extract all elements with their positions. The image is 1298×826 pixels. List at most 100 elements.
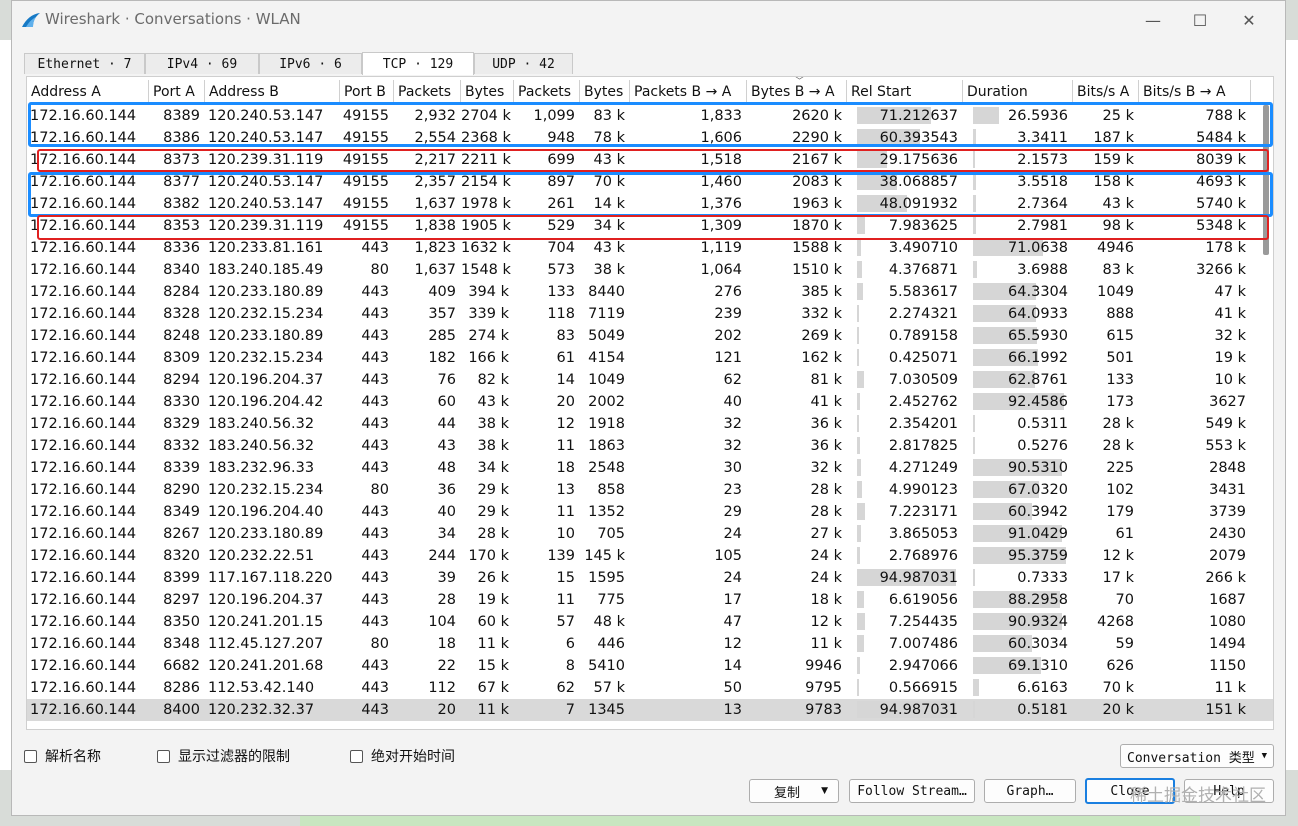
column-header[interactable]: Bits/s B → A: [1139, 80, 1251, 102]
maximize-button[interactable]: ☐: [1177, 7, 1223, 33]
table-row[interactable]: 172.16.60.144 8284 120.233.180.89 443 409 394…: [27, 281, 1273, 303]
table-cell: 3.5518: [1017, 174, 1068, 190]
table-cell: 172.16.60.144: [30, 416, 137, 432]
table-cell: 225: [1106, 460, 1134, 476]
table-row[interactable]: 172.16.60.144 8286 112.53.42.140 443 112 67 k…: [27, 677, 1273, 699]
table-cell: 3.865053: [888, 526, 958, 542]
table-cell: 179: [1106, 504, 1134, 520]
table-cell: 44: [437, 416, 456, 432]
column-header[interactable]: Address A: [27, 80, 149, 102]
table-cell: 3431: [1209, 482, 1246, 498]
table-cell: 704: [547, 240, 575, 256]
table-cell: 788 k: [1205, 108, 1246, 124]
table-row[interactable]: 172.16.60.144 8340 183.240.185.49 80 1,637 15…: [27, 259, 1273, 281]
table-cell: 120.241.201.15: [208, 614, 324, 630]
column-header[interactable]: Bytes: [580, 80, 630, 102]
column-header[interactable]: Packets: [394, 80, 461, 102]
table-row[interactable]: 172.16.60.144 8348 112.45.127.207 80 18 11 k 6…: [27, 633, 1273, 655]
table-row[interactable]: 172.16.60.144 6682 120.241.201.68 443 22 15 k…: [27, 655, 1273, 677]
table-row[interactable]: 172.16.60.144 8330 120.196.204.42 443 60 43 k…: [27, 391, 1273, 413]
table-cell: 1,606: [700, 130, 742, 146]
graph-button[interactable]: Graph…: [984, 779, 1076, 803]
table-row[interactable]: 172.16.60.144 8290 120.232.15.234 80 36 29 k 1…: [27, 479, 1273, 501]
table-row[interactable]: 172.16.60.144 8349 120.196.204.40 443 40 29 k…: [27, 501, 1273, 523]
table-row[interactable]: 172.16.60.144 8382 120.240.53.147 49155 1,63…: [27, 193, 1273, 215]
column-header[interactable]: Packets B → A: [630, 80, 747, 102]
table-cell: 91.0429: [1008, 526, 1068, 542]
tab-tcp[interactable]: TCP · 129: [362, 52, 474, 75]
table-cell: 172.16.60.144: [30, 218, 137, 234]
table-cell: 11: [556, 504, 575, 520]
table-row[interactable]: 172.16.60.144 8294 120.196.204.37 443 76 82 k…: [27, 369, 1273, 391]
table-cell: 76: [437, 372, 456, 388]
column-header[interactable]: Packets: [514, 80, 580, 102]
table-row[interactable]: 172.16.60.144 8377 120.240.53.147 49155 2,35…: [27, 171, 1273, 193]
limit-to-filter-checkbox[interactable]: 显示过滤器的限制: [157, 747, 290, 765]
table-cell: 443: [361, 240, 389, 256]
close-window-button[interactable]: ✕: [1226, 7, 1272, 33]
table-cell: 173: [1106, 394, 1134, 410]
tab-udp[interactable]: UDP · 42: [474, 53, 573, 74]
follow-stream-button[interactable]: Follow Stream…: [849, 779, 975, 803]
table-cell: 13: [723, 702, 742, 718]
checkbox-box[interactable]: [350, 749, 363, 763]
table-cell: 49155: [342, 152, 389, 168]
table-row[interactable]: 172.16.60.144 8320 120.232.22.51 443 244 170 …: [27, 545, 1273, 567]
table-row[interactable]: 172.16.60.144 8248 120.233.180.89 443 285 274…: [27, 325, 1273, 347]
minimize-button[interactable]: —: [1130, 7, 1176, 33]
column-header[interactable]: Address B: [205, 80, 340, 102]
table-cell: 34 k: [593, 218, 625, 234]
conversation-type-dropdown[interactable]: Conversation 类型 ▼: [1120, 744, 1274, 768]
table-row[interactable]: 172.16.60.144 8332 183.240.56.32 443 43 38 k 1…: [27, 435, 1273, 457]
table-cell: 39: [437, 570, 456, 586]
table-row[interactable]: 172.16.60.144 8267 120.233.180.89 443 34 28 k…: [27, 523, 1273, 545]
table-row[interactable]: 172.16.60.144 8328 120.232.15.234 443 357 339…: [27, 303, 1273, 325]
column-header[interactable]: Port B: [340, 80, 394, 102]
table-row[interactable]: 172.16.60.144 8329 183.240.56.32 443 44 38 k 1…: [27, 413, 1273, 435]
table-row[interactable]: 172.16.60.144 8309 120.232.15.234 443 182 166…: [27, 347, 1273, 369]
table-cell: 0.5181: [1017, 702, 1068, 718]
tab-ethernet[interactable]: Ethernet · 7: [24, 53, 145, 74]
column-header[interactable]: Duration: [963, 80, 1073, 102]
copy-button[interactable]: 复制 ▼: [749, 779, 839, 803]
tab-ipv6[interactable]: IPv6 · 6: [259, 53, 362, 74]
table-cell: 9946: [805, 658, 842, 674]
conversations-table[interactable]: Address A Port A Address B Port B Packets Byt…: [26, 76, 1274, 730]
checkbox-box[interactable]: [157, 749, 170, 763]
table-row[interactable]: 172.16.60.144 8399 117.167.118.220 443 39 26 …: [27, 567, 1273, 589]
table-cell: 80: [370, 482, 389, 498]
column-header[interactable]: Rel Start: [847, 80, 963, 102]
checkbox-box[interactable]: [24, 749, 37, 763]
table-row[interactable]: 172.16.60.144 8339 183.232.96.33 443 48 34 k 1…: [27, 457, 1273, 479]
table-row[interactable]: 172.16.60.144 8350 120.241.201.15 443 104 60 …: [27, 611, 1273, 633]
table-cell: 11 k: [810, 636, 842, 652]
column-header[interactable]: Bytes: [461, 80, 514, 102]
table-cell: 25 k: [1102, 108, 1134, 124]
table-header: Address A Port A Address B Port B Packets Byt…: [27, 80, 1273, 102]
table-cell: 443: [361, 570, 389, 586]
vertical-scrollbar[interactable]: [1263, 105, 1269, 255]
table-row[interactable]: 172.16.60.144 8353 120.239.31.119 49155 1,83…: [27, 215, 1273, 237]
conversations-window: Wireshark · Conversations · WLAN — ☐ ✕ E…: [11, 0, 1286, 816]
table-cell: 0.789158: [888, 328, 958, 344]
table-cell: 105: [714, 548, 742, 564]
table-row[interactable]: 172.16.60.144 8389 120.240.53.147 49155 2,93…: [27, 105, 1273, 127]
table-row[interactable]: 172.16.60.144 8373 120.239.31.119 49155 2,21…: [27, 149, 1273, 171]
table-cell: 120.233.180.89: [208, 284, 324, 300]
table-cell: 4.376871: [888, 262, 958, 278]
absolute-start-time-checkbox[interactable]: 绝对开始时间: [350, 747, 455, 765]
tab-ipv4[interactable]: IPv4 · 69: [145, 53, 259, 74]
table-cell: 81 k: [810, 372, 842, 388]
table-row[interactable]: 172.16.60.144 8400 120.232.32.37 443 20 11 k 7…: [27, 699, 1273, 721]
table-row[interactable]: 172.16.60.144 8336 120.233.81.161 443 1,823 1…: [27, 237, 1273, 259]
resolve-names-checkbox[interactable]: 解析名称: [24, 747, 101, 765]
table-cell: 8329: [163, 416, 200, 432]
table-row[interactable]: 172.16.60.144 8297 120.196.204.37 443 28 19 k…: [27, 589, 1273, 611]
column-header[interactable]: Port A: [149, 80, 205, 102]
column-header[interactable]: Bits/s A: [1073, 80, 1139, 102]
table-cell: 70 k: [1102, 680, 1134, 696]
table-cell: 2848: [1209, 460, 1246, 476]
table-cell: 8399: [163, 570, 200, 586]
table-row[interactable]: 172.16.60.144 8386 120.240.53.147 49155 2,55…: [27, 127, 1273, 149]
table-cell: 10 k: [1214, 372, 1246, 388]
